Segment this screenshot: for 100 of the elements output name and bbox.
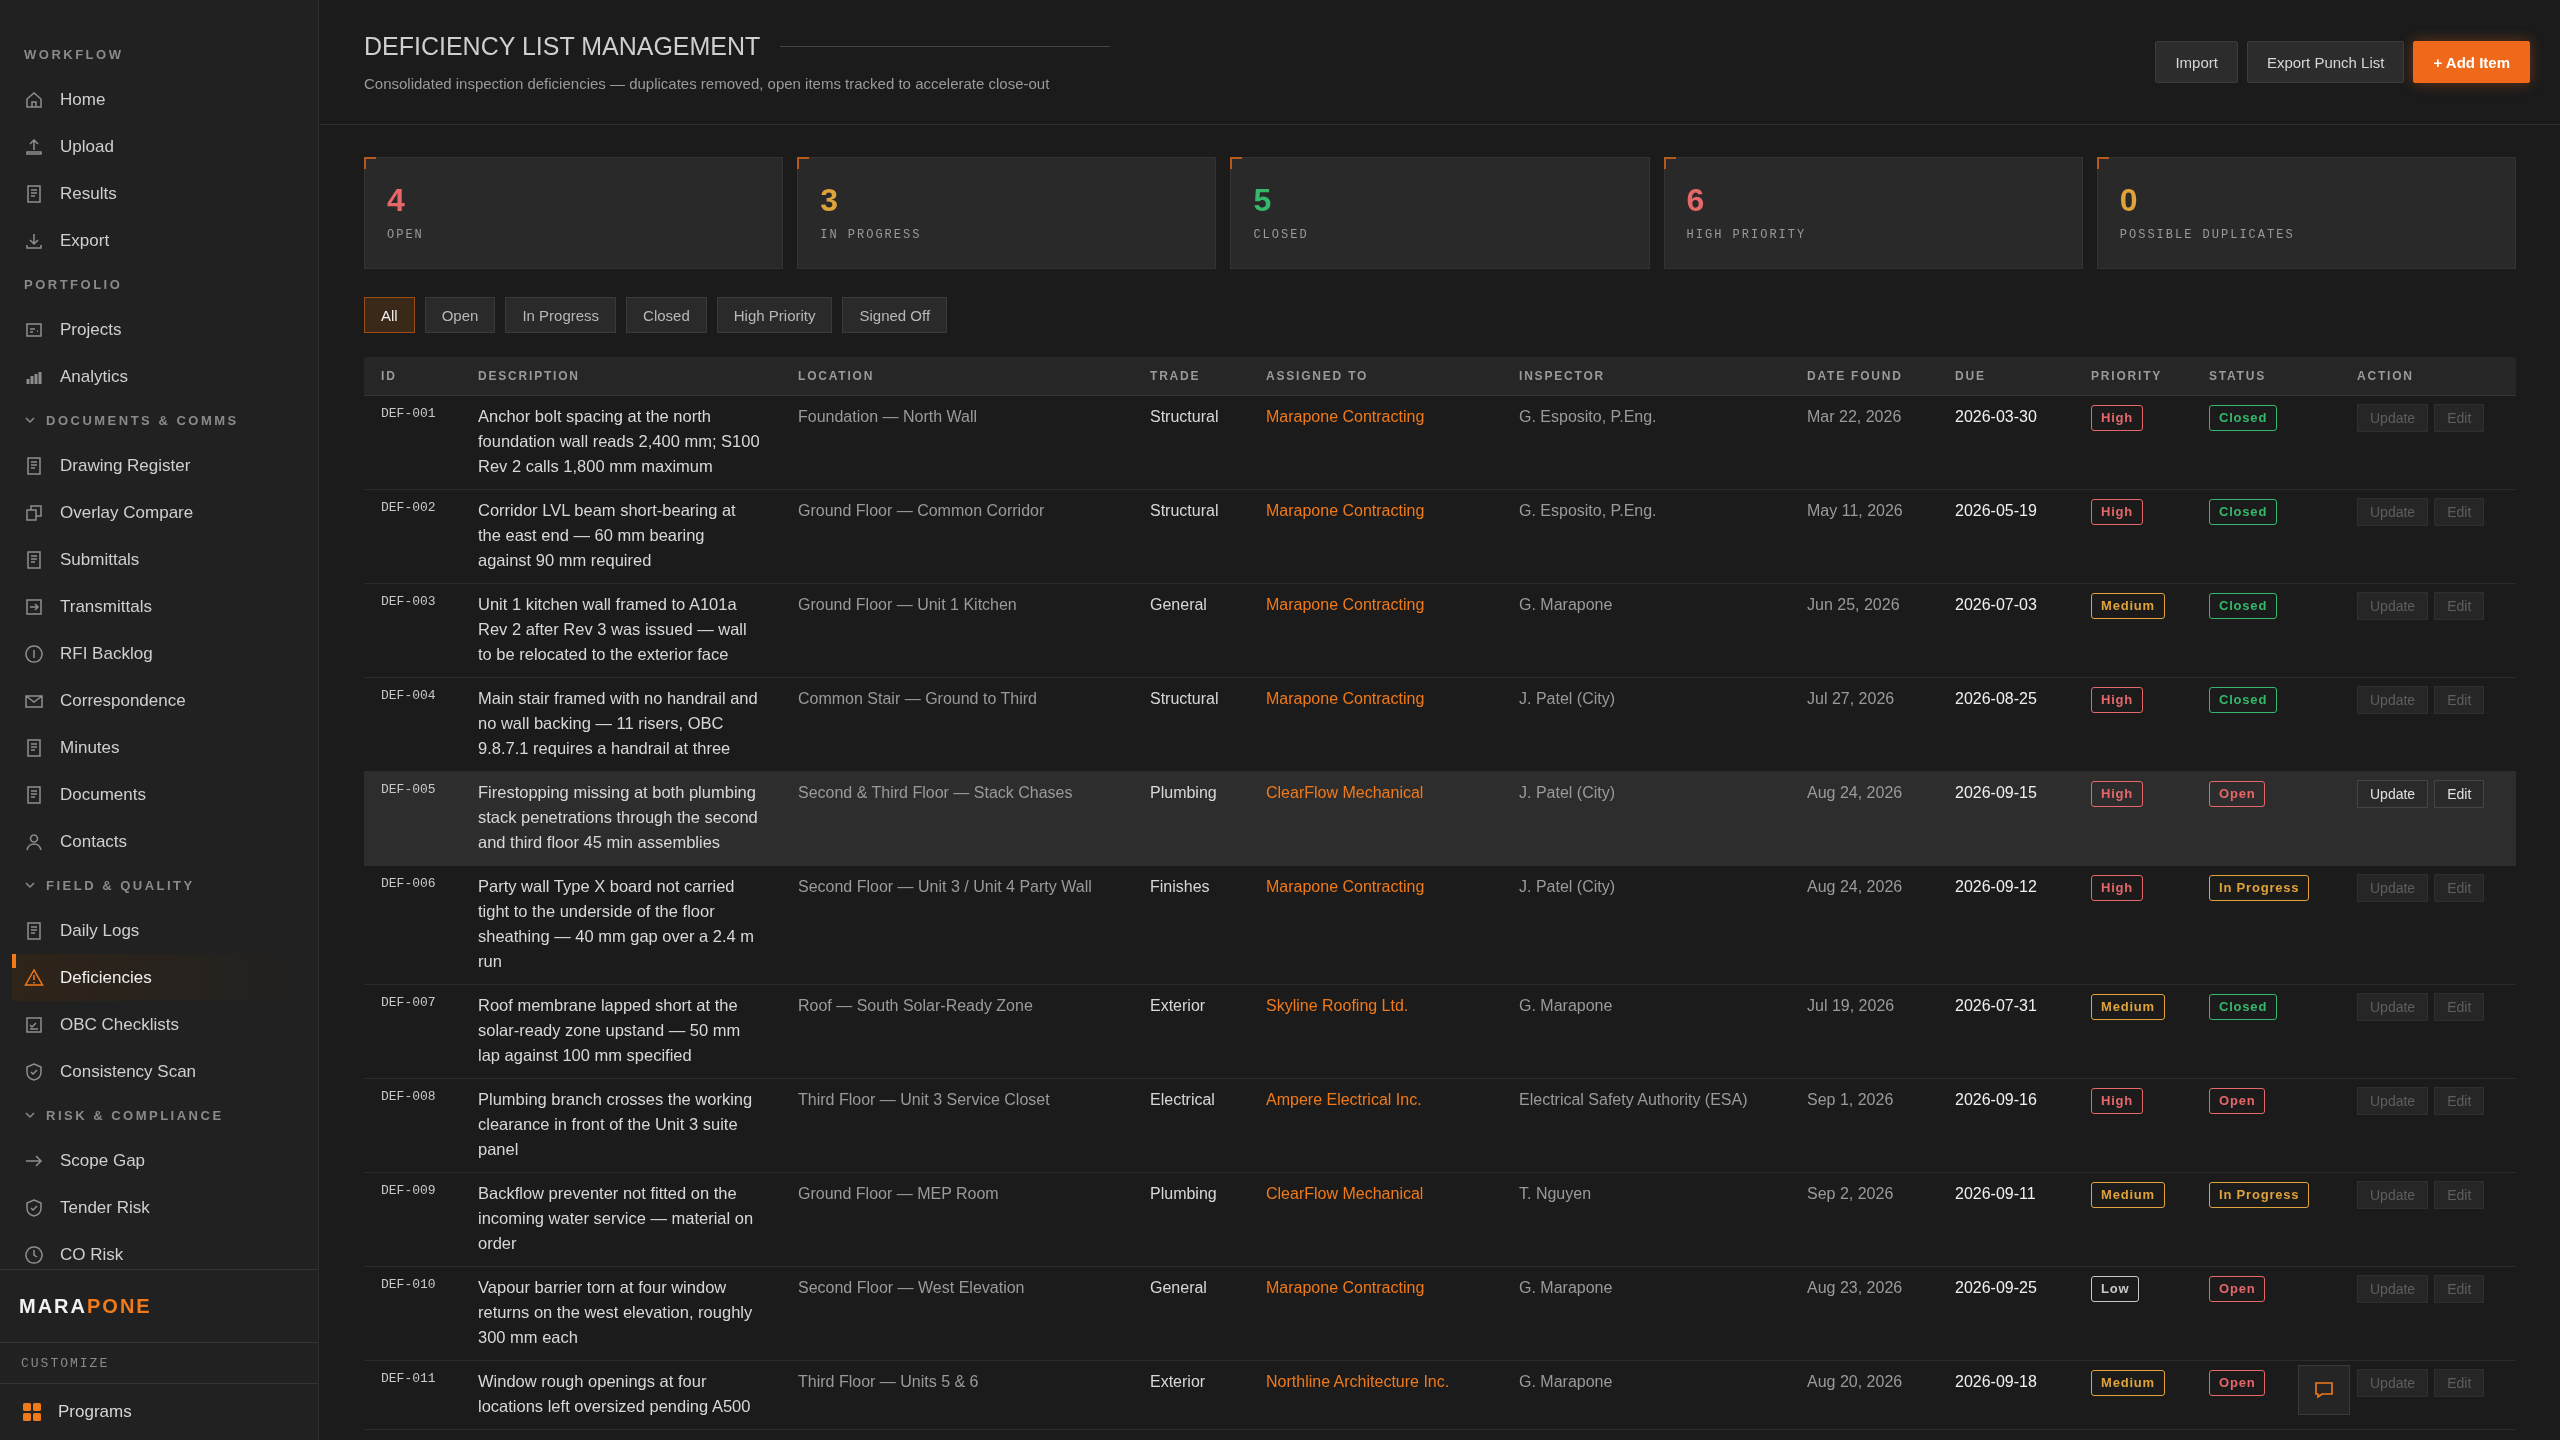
programs-link[interactable]: Programs: [0, 1384, 318, 1440]
sidebar-item[interactable]: Submittals: [12, 536, 306, 583]
column-header: INSPECTOR: [1518, 369, 1606, 383]
sidebar-item[interactable]: Transmittals: [12, 583, 306, 630]
status-badge: Closed: [2209, 499, 2278, 525]
table-cell-text: Structural: [1149, 689, 1220, 709]
stat-label: IN PROGRESS: [820, 228, 923, 242]
sidebar-item[interactable]: Daily Logs: [12, 907, 306, 954]
assignee-link[interactable]: Ampere Electrical Inc.: [1266, 1091, 1422, 1108]
table-cell-text: DEF-004: [380, 687, 437, 705]
warn-icon: [24, 967, 44, 988]
sidebar-item[interactable]: Drawing Register: [12, 442, 306, 489]
column-header: ID: [380, 369, 398, 383]
toolbar-button[interactable]: Export Punch List: [2246, 41, 2405, 83]
stat-label: CLOSED: [1253, 228, 1310, 242]
assignee-link[interactable]: Marapone Contracting: [1266, 878, 1425, 895]
assignee-link[interactable]: Skyline Roofing Ltd.: [1266, 997, 1409, 1014]
filter-tab[interactable]: Open: [424, 297, 496, 333]
sidebar-item[interactable]: Contacts: [12, 818, 306, 865]
sidebar-item[interactable]: Home: [12, 76, 306, 123]
info-icon: [24, 643, 44, 664]
sidebar-item[interactable]: OBC Checklists: [12, 1001, 306, 1048]
filter-tab[interactable]: All: [364, 297, 415, 333]
person-icon: [24, 831, 44, 852]
status-badge: Open: [2209, 1088, 2266, 1114]
sidebar-item[interactable]: Minutes: [12, 724, 306, 771]
check-icon: [24, 1014, 44, 1035]
assignee-link[interactable]: Marapone Contracting: [1266, 596, 1425, 613]
table-cell-text: Ground Floor — Common Corridor: [797, 501, 1046, 521]
table-cell-text: Unit 1 kitchen wall framed to A101a Rev 2 after Rev 3 was issued — wall to be relocated to the exterior face: [477, 594, 748, 665]
table-cell-text: 2026-09-12: [1954, 877, 2038, 897]
priority-badge: High: [2091, 875, 2144, 901]
status-badge: Open: [2209, 1370, 2266, 1396]
sidebar-item[interactable]: Scope Gap: [12, 1137, 306, 1184]
shield-icon: [24, 1197, 44, 1218]
table-cell-text: J. Patel (City): [1518, 877, 1616, 897]
doc-icon: [24, 784, 44, 805]
table-cell-text: Plumbing: [1149, 783, 1218, 803]
table-cell-text: Jul 27, 2026: [1806, 689, 1896, 709]
table-cell-text: G. Marapone: [1518, 1278, 1614, 1298]
sidebar-item[interactable]: Analytics: [12, 353, 306, 400]
table-cell-text: J. Patel (City): [1518, 783, 1616, 803]
priority-badge: Medium: [2091, 994, 2165, 1020]
table-cell-text: Common Stair — Ground to Third: [797, 689, 1038, 709]
priority-badge: High: [2091, 405, 2144, 431]
table-cell-text: 2026-07-03: [1954, 595, 2038, 615]
table-cell-text: Window rough openings at four locations left oversized pending A500: [477, 1371, 752, 1417]
chevron-icon[interactable]: [24, 1109, 36, 1121]
doc-icon: [24, 920, 44, 941]
table-cell-text: G. Esposito, P.Eng.: [1518, 407, 1658, 427]
priority-badge: Medium: [2091, 1370, 2165, 1396]
stat-value: 4: [387, 184, 406, 216]
filter-tab[interactable]: High Priority: [716, 297, 833, 333]
table-cell-text: G. Marapone: [1518, 996, 1614, 1016]
sidebar-item[interactable]: Documents: [12, 771, 306, 818]
section-heading: PORTFOLIO: [24, 276, 123, 292]
table-cell-text: DEF-008: [380, 1088, 437, 1106]
assignee-link[interactable]: ClearFlow Mechanical: [1266, 784, 1424, 801]
priority-badge: Medium: [2091, 593, 2165, 619]
assignee-link[interactable]: Northline Architecture Inc.: [1266, 1373, 1450, 1390]
filter-tab[interactable]: Signed Off: [842, 297, 948, 333]
filter-tab[interactable]: In Progress: [505, 297, 617, 333]
filter-tab[interactable]: Closed: [626, 297, 707, 333]
column-header: LOCATION: [797, 369, 876, 383]
table-cell-text: Corridor LVL beam short-bearing at the east end — 60 mm bearing against 90 mm required: [477, 500, 737, 571]
assignee-link[interactable]: Marapone Contracting: [1266, 502, 1425, 519]
sidebar-item[interactable]: Tender Risk: [12, 1184, 306, 1231]
assignee-link[interactable]: Marapone Contracting: [1266, 1279, 1425, 1296]
table-cell-text: G. Esposito, P.Eng.: [1518, 501, 1658, 521]
assignee-link[interactable]: Marapone Contracting: [1266, 690, 1425, 707]
stat-value: 3: [820, 184, 839, 216]
sidebar-item[interactable]: Upload: [12, 123, 306, 170]
sidebar-item[interactable]: Correspondence: [12, 677, 306, 724]
page-title: DEFICIENCY LIST MANAGEMENT: [364, 32, 761, 61]
toolbar-button[interactable]: Import: [2155, 41, 2238, 83]
sidebar-item[interactable]: Consistency Scan: [12, 1048, 306, 1095]
sidebar-item[interactable]: Results: [12, 170, 306, 217]
sidebar-item[interactable]: RFI Backlog: [12, 630, 306, 677]
status-badge: Closed: [2209, 405, 2278, 431]
assignee-link[interactable]: ClearFlow Mechanical: [1266, 1185, 1424, 1202]
table-cell-text: DEF-009: [380, 1182, 437, 1200]
copy-icon: [24, 502, 44, 523]
column-header: DESCRIPTION: [477, 369, 581, 383]
corner-mark: [1663, 157, 1676, 169]
stat-value: 5: [1253, 184, 1273, 216]
section-heading: CUSTOMIZE: [21, 1355, 110, 1371]
sidebar-item[interactable]: Overlay Compare: [12, 489, 306, 536]
sidebar-item[interactable]: Projects: [12, 306, 306, 353]
table-cell-text: Mar 22, 2026: [1806, 407, 1903, 427]
sidebar-item[interactable]: Export: [12, 217, 306, 264]
edit-button[interactable]: Edit: [2434, 780, 2485, 808]
chevron-icon[interactable]: [24, 879, 36, 891]
chat-button[interactable]: [2298, 1365, 2350, 1415]
section-heading: DOCUMENTS & COMMS: [46, 412, 239, 428]
doc-icon: [24, 549, 44, 570]
chevron-icon[interactable]: [24, 414, 36, 426]
assignee-link[interactable]: Marapone Contracting: [1266, 408, 1425, 425]
update-button[interactable]: Update: [2357, 780, 2429, 808]
table-cell-text: Second Floor — Unit 3 / Unit 4 Party Wall: [797, 877, 1093, 897]
sidebar-item[interactable]: CO Risk: [12, 1231, 306, 1269]
